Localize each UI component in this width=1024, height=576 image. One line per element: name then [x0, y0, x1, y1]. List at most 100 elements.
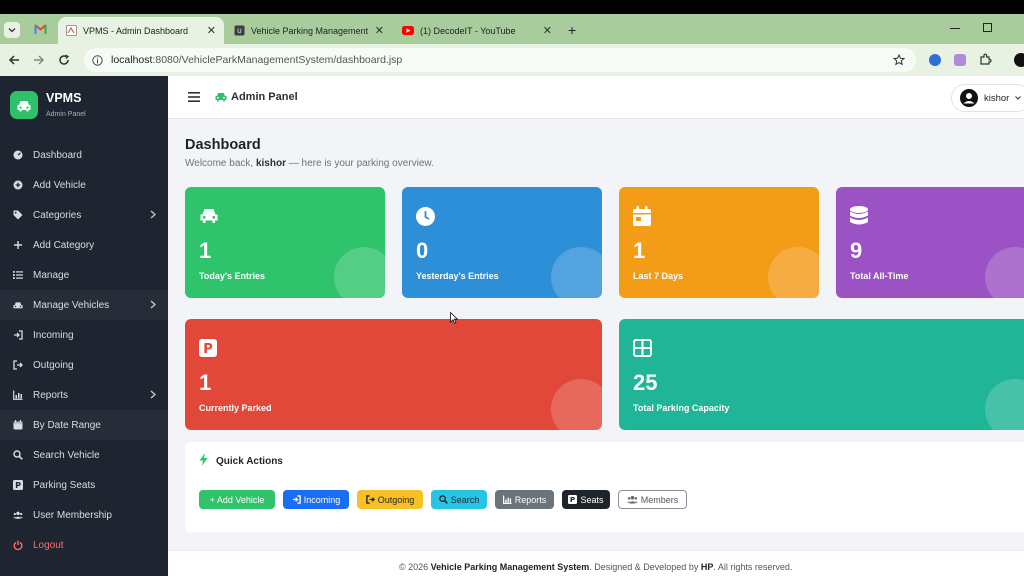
puzzle-icon[interactable]	[979, 53, 992, 66]
brand-subtitle: Admin Panel	[46, 111, 86, 118]
info-icon	[92, 54, 103, 66]
footer-app-name: Vehicle Parking Management System	[430, 562, 590, 572]
youtube-icon	[402, 26, 414, 35]
tab-vehicle-parking[interactable]: U Vehicle Parking Management Sy ✕	[226, 17, 392, 44]
members-button[interactable]: Members	[618, 490, 687, 509]
quick-actions-panel: Quick Actions + Add Vehicle Incoming Out…	[185, 442, 1024, 532]
welcome-text: Welcome back, kishor — here is your park…	[185, 158, 434, 169]
sidebar-item-label: Manage Vehicles	[33, 299, 110, 311]
sidebar-item-logout[interactable]: Logout	[0, 530, 168, 560]
close-icon[interactable]: ✕	[375, 24, 384, 37]
outgoing-button[interactable]: Outgoing	[357, 490, 423, 509]
svg-text:U: U	[237, 28, 241, 35]
sidebar-item-add-category[interactable]: Add Category	[0, 230, 168, 260]
brand-logo	[10, 91, 38, 119]
footer: © 2026 Vehicle Parking Management System…	[168, 550, 1024, 576]
forward-icon[interactable]	[33, 54, 45, 66]
brand-name: VPMS	[46, 91, 82, 105]
extension-icon[interactable]	[929, 54, 941, 66]
chevron-right-icon	[150, 300, 156, 309]
parking-icon: P	[199, 339, 217, 357]
car-icon	[17, 100, 31, 111]
back-icon[interactable]	[8, 54, 20, 66]
tab-list-button[interactable]	[4, 22, 20, 38]
car-icon	[200, 209, 218, 223]
sidebar-item-reports[interactable]: Reports	[0, 380, 168, 410]
calendar-icon	[13, 420, 23, 430]
extension-icon[interactable]	[954, 54, 966, 66]
stat-value: 0	[416, 238, 429, 263]
plus-icon	[13, 240, 23, 250]
close-icon[interactable]: ✕	[207, 24, 216, 37]
parking-icon: P	[13, 480, 23, 490]
url-path: :8080/VehicleParkManagementSystem/dashbo…	[152, 54, 403, 66]
svg-text:P: P	[15, 481, 21, 490]
sidebar-item-parking-seats[interactable]: P Parking Seats	[0, 470, 168, 500]
sidebar-item-label: Incoming	[33, 329, 74, 341]
sidebar-item-manage-vehicles[interactable]: Manage Vehicles	[0, 290, 168, 320]
user-avatar-icon	[960, 89, 978, 107]
restore-icon[interactable]	[983, 23, 992, 32]
sidebar-item-outgoing[interactable]: Outgoing	[0, 350, 168, 380]
stat-label: Today's Entries	[199, 271, 265, 281]
sign-in-icon	[292, 495, 301, 504]
sidebar-item-label: User Membership	[33, 509, 112, 521]
stat-value: 1	[199, 370, 212, 395]
sidebar-item-label: Reports	[33, 389, 69, 401]
parking-icon: P	[568, 495, 578, 504]
car-icon	[215, 93, 227, 102]
sidebar-item-search-vehicle[interactable]: Search Vehicle	[0, 440, 168, 470]
stat-value: 1	[199, 238, 212, 263]
sidebar-item-incoming[interactable]: Incoming	[0, 320, 168, 350]
clock-icon	[416, 207, 435, 226]
stat-value: 9	[850, 238, 863, 263]
add-vehicle-button[interactable]: + Add Vehicle	[199, 490, 275, 509]
chevron-down-icon	[1015, 96, 1022, 100]
bolt-icon	[199, 453, 208, 466]
address-bar[interactable]: localhost:8080/VehicleParkManagementSyst…	[84, 48, 916, 72]
stat-card-currently-parked[interactable]: P 1 Currently Parked	[185, 319, 602, 430]
footer-author: HP	[700, 562, 714, 572]
svg-text:P: P	[203, 342, 213, 357]
tab-youtube[interactable]: (1) DecodeIT - YouTube ✕	[394, 17, 560, 44]
search-icon	[438, 495, 448, 504]
star-icon[interactable]	[893, 54, 905, 66]
stat-card-last-7-days[interactable]: 1 Last 7 Days	[619, 187, 819, 298]
sidebar-item-manage[interactable]: Manage	[0, 260, 168, 290]
welcome-user: kishor	[255, 158, 286, 169]
close-icon[interactable]: ✕	[543, 24, 552, 37]
tab-title: Vehicle Parking Management Sy	[251, 25, 369, 36]
stat-card-today[interactable]: 1 Today's Entries	[185, 187, 385, 298]
stat-value: 25	[633, 370, 658, 395]
sidebar-item-categories[interactable]: Categories	[0, 200, 168, 230]
sidebar-item-label: Dashboard	[33, 149, 82, 161]
stat-label: Total Parking Capacity	[633, 403, 730, 413]
gmail-icon[interactable]	[34, 24, 47, 34]
quick-actions-title: Quick Actions	[216, 456, 283, 467]
search-button[interactable]: Search	[431, 490, 487, 509]
stat-label: Last 7 Days	[633, 271, 684, 281]
profile-icon[interactable]	[1014, 53, 1024, 67]
new-tab-button[interactable]: +	[568, 22, 576, 38]
incoming-button[interactable]: Incoming	[283, 490, 349, 509]
sidebar-item-by-date-range[interactable]: By Date Range	[0, 410, 168, 440]
stat-card-yesterday[interactable]: 0 Yesterday's Entries	[402, 187, 602, 298]
sign-out-icon	[365, 495, 375, 504]
tab-title: VPMS - Admin Dashboard	[83, 25, 189, 36]
minimize-icon[interactable]	[950, 28, 960, 29]
sidebar-item-label: Search Vehicle	[33, 449, 100, 461]
seats-button[interactable]: P Seats	[562, 490, 610, 509]
chart-icon	[13, 390, 23, 400]
reports-button[interactable]: Reports	[495, 490, 554, 509]
tab-vpms-dashboard[interactable]: VPMS - Admin Dashboard ✕	[58, 17, 224, 44]
stat-card-total-all-time[interactable]: 9 Total All-Time	[836, 187, 1024, 298]
sidebar-item-add-vehicle[interactable]: Add Vehicle	[0, 170, 168, 200]
mouse-cursor-icon	[450, 312, 458, 324]
sidebar-item-user-membership[interactable]: User Membership	[0, 500, 168, 530]
hamburger-icon[interactable]	[188, 92, 200, 102]
reload-icon[interactable]	[58, 54, 70, 66]
user-menu[interactable]: kishor	[951, 84, 1024, 112]
sidebar-item-dashboard[interactable]: Dashboard	[0, 140, 168, 170]
tag-icon	[13, 210, 23, 220]
stat-card-total-capacity[interactable]: 25 Total Parking Capacity	[619, 319, 1024, 430]
